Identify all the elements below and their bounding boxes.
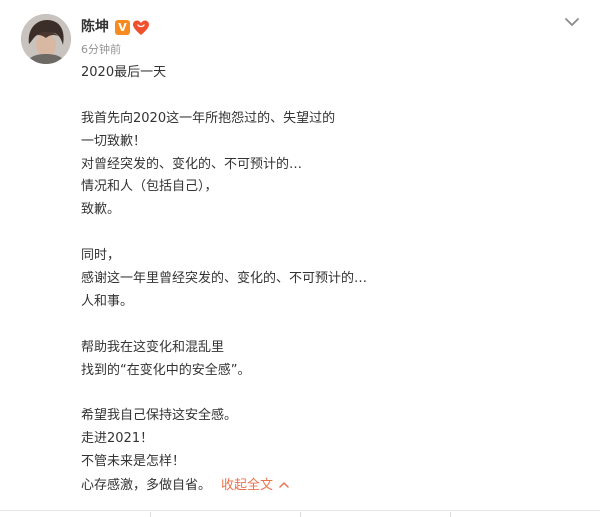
post-line: 找到的“在变化中的安全感”。 xyxy=(81,362,251,378)
collapse-button[interactable]: 收起全文 xyxy=(221,478,289,493)
separator xyxy=(450,512,451,517)
verified-badge: V xyxy=(115,20,130,35)
divider xyxy=(0,510,600,511)
post-line-text: 心存感激，多做自省。 xyxy=(81,478,212,494)
post-line: 情况和人（包括自己）， xyxy=(81,179,218,195)
post-last-line: 心存感激，多做自省。 收起全文 xyxy=(81,474,541,497)
post-line xyxy=(81,222,541,245)
post-line: 希望我自己保持这安全感。 xyxy=(81,408,238,424)
collapse-label[interactable]: 收起全文 xyxy=(221,478,273,493)
post-line: 我首先向2020这一年所抱怨过的、失望过的 xyxy=(81,110,336,126)
post-line: 2020最后一天 xyxy=(81,65,167,80)
weibo-post-card: 陈坤 V 6分钟前 2020最后一天 我首先向2020这一年所抱怨过的、失望过的… xyxy=(0,0,600,517)
heart-badge-icon xyxy=(132,19,150,37)
post-line: 感谢这一年里曾经突发的、变化的、不可预计的… xyxy=(81,271,368,287)
post-line: 人和事。 xyxy=(81,293,134,309)
post-line xyxy=(81,314,541,337)
post-content: 2020最后一天 我首先向2020这一年所抱怨过的、失望过的 一切致歉！ 对曾经… xyxy=(81,62,541,497)
chevron-up-icon[interactable] xyxy=(279,474,289,497)
post-line: 走进2021！ xyxy=(81,431,154,447)
post-line: 一切致歉！ xyxy=(81,133,147,149)
post-line xyxy=(81,382,541,405)
post-line: 不管未来是怎样！ xyxy=(81,454,186,470)
post-line: 致歉。 xyxy=(81,202,121,218)
separator xyxy=(150,512,151,517)
separator xyxy=(300,512,301,517)
post-line: 对曾经突发的、变化的、不可预计的… xyxy=(81,156,303,172)
post-line xyxy=(81,85,541,108)
post-line: 帮助我在这变化和混乱里 xyxy=(81,339,225,355)
chevron-down-icon[interactable] xyxy=(562,12,582,32)
author-name[interactable]: 陈坤 xyxy=(81,17,109,37)
avatar[interactable] xyxy=(21,14,71,64)
post-line: 同时， xyxy=(81,248,121,264)
post-time[interactable]: 6分钟前 xyxy=(81,42,121,58)
